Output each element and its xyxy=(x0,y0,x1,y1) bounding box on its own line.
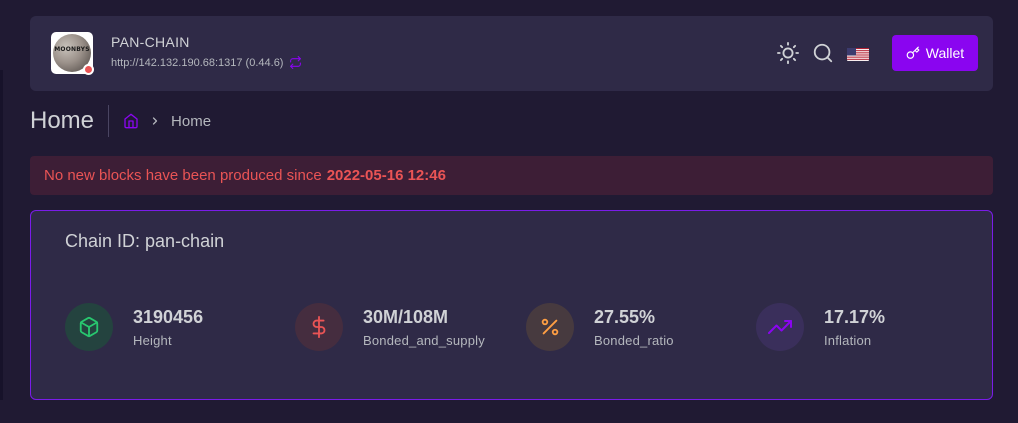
breadcrumb-current: Home xyxy=(171,112,212,130)
home-icon[interactable] xyxy=(123,113,139,129)
chain-stats-card: Chain ID: pan-chain 3190456 Height 30M/1… xyxy=(30,210,993,400)
left-edge xyxy=(0,70,3,400)
dollar-icon xyxy=(295,303,343,351)
alert-message: No new blocks have been produced since xyxy=(44,167,322,184)
sun-icon[interactable] xyxy=(777,42,799,64)
stat-inflation: 17.17% Inflation xyxy=(756,303,885,351)
stat-bonded-supply: 30M/108M Bonded_and_supply xyxy=(295,303,485,351)
no-blocks-alert: No new blocks have been produced since 2… xyxy=(30,156,993,195)
logo-text: MOONBYS xyxy=(54,46,90,53)
trending-up-icon xyxy=(756,303,804,351)
endpoint-text: http://142.132.190.68:1317 (0.44.6) xyxy=(111,56,284,69)
stat-value: 3190456 xyxy=(133,306,204,327)
wallet-label: Wallet xyxy=(925,45,965,61)
us-flag-icon[interactable] xyxy=(847,47,869,61)
chain-name: PAN-CHAIN xyxy=(111,34,190,50)
stat-value: 17.17% xyxy=(824,306,886,327)
content-header: Home Home xyxy=(30,104,211,138)
stat-label: Bonded_ratio xyxy=(594,332,674,348)
stat-value: 27.55% xyxy=(594,306,656,327)
stat-value: 30M/108M xyxy=(363,306,449,327)
chevron-right-icon xyxy=(152,117,158,125)
sync-icon[interactable] xyxy=(289,56,302,69)
percent-icon xyxy=(526,303,574,351)
alert-timestamp: 2022-05-16 12:46 xyxy=(326,167,446,184)
endpoint-info: http://142.132.190.68:1317 (0.44.6) xyxy=(111,56,302,69)
stat-label: Bonded_and_supply xyxy=(363,332,485,348)
stat-label: Height xyxy=(133,332,172,348)
stat-height: 3190456 Height xyxy=(65,303,203,351)
search-icon[interactable] xyxy=(812,42,834,64)
page-title: Home xyxy=(30,105,110,137)
stat-bonded-ratio: 27.55% Bonded_ratio xyxy=(526,303,674,351)
breadcrumb: Home xyxy=(109,113,211,130)
box-icon xyxy=(65,303,113,351)
status-dot xyxy=(83,64,94,75)
stat-label: Inflation xyxy=(824,332,872,348)
chain-id-title: Chain ID: pan-chain xyxy=(65,231,225,251)
key-icon xyxy=(906,46,920,59)
wallet-button[interactable]: Wallet xyxy=(892,35,978,71)
navbar: MOONBYS PAN-CHAIN http://142.132.190.68:… xyxy=(30,16,993,91)
